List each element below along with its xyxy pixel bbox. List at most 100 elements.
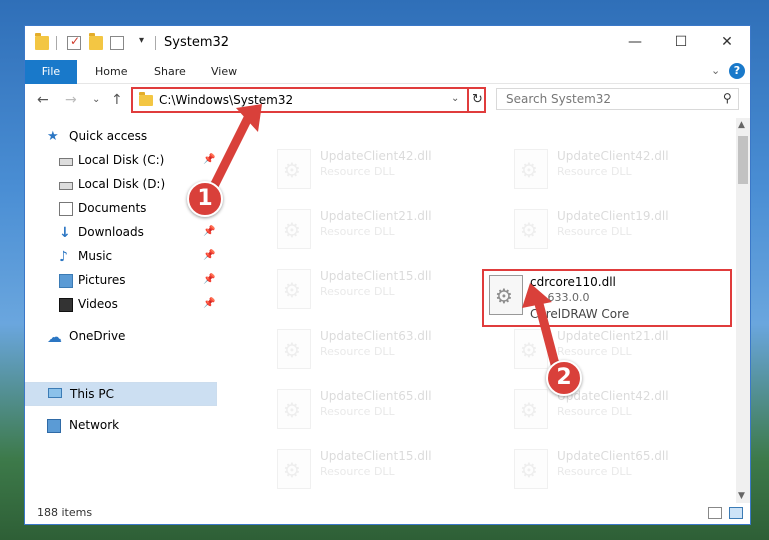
file-name: UpdateClient63.dll [320,329,432,343]
file-tile[interactable]: UpdateClient42.dll Resource DLL [485,143,715,193]
separator [155,36,156,50]
disk-icon [59,182,73,190]
back-button[interactable]: ← [37,92,49,108]
documents-icon [59,202,73,216]
sidebar-item-label: Videos [78,297,118,311]
file-tile[interactable]: UpdateClient19.dll Resource DLL [485,203,715,253]
chevron-down-icon[interactable]: ⌄ [451,93,459,104]
address-text[interactable]: C:\Windows\System32 [159,93,293,107]
navigation-pane: ★ Quick access Local Disk (C:) 📌 Local D… [25,118,219,503]
file-tile[interactable]: UpdateClient65.dll Resource DLL [248,383,478,433]
file-name: UpdateClient19.dll [557,209,669,223]
file-version: 11.633.0.0 [530,291,590,304]
tab-home[interactable]: Home [81,60,141,84]
file-tile[interactable]: UpdateClient42.dll Resource DLL [485,383,715,433]
file-tile[interactable]: UpdateClient65.dll Resource DLL [485,443,715,493]
file-tile[interactable]: UpdateClient15.dll Resource DLL [248,263,478,313]
forward-button[interactable]: → [65,92,77,108]
window-title: System32 [164,35,230,50]
address-bar[interactable]: C:\Windows\System32 ⌄ ↻ [131,87,486,113]
download-icon: ↓ [59,225,71,241]
file-tile[interactable]: UpdateClient21.dll Resource DLL [485,323,715,373]
tiles-view-icon[interactable] [729,507,743,519]
sidebar-item-quick-access[interactable]: ★ Quick access [25,125,217,149]
file-name: UpdateClient21.dll [320,209,432,223]
file-tile[interactable]: UpdateClient42.dll Resource DLL [248,143,478,193]
folder-icon[interactable] [35,33,49,50]
network-icon [47,419,61,433]
file-description: Resource DLL [320,285,395,298]
pin-icon[interactable]: 📌 [203,226,215,237]
annotation-badge-1: 1 [187,181,223,217]
file-name: UpdateClient42.dll [557,149,669,163]
pin-icon[interactable]: 📌 [203,274,215,285]
annotation-badge-2: 2 [546,360,582,396]
sidebar-item-label: Local Disk (D:) [78,177,166,191]
help-icon[interactable]: ? [729,63,745,79]
close-button[interactable]: ✕ [704,26,750,58]
file-name: UpdateClient15.dll [320,449,432,463]
file-tile[interactable]: UpdateClient21.dll Resource DLL [248,203,478,253]
file-description: Resource DLL [320,225,395,238]
scrollbar-thumb[interactable] [738,136,748,184]
vertical-scrollbar[interactable]: ▲ ▼ [736,118,750,503]
file-tile[interactable]: UpdateClient63.dll Resource DLL [248,323,478,373]
expand-ribbon-icon[interactable]: ⌄ [711,64,720,77]
file-name: UpdateClient65.dll [557,449,669,463]
sidebar-item-label: This PC [70,387,114,401]
file-description: Resource DLL [557,225,632,238]
scroll-up-icon[interactable]: ▲ [738,120,745,130]
search-input[interactable]: Search System32 ⚲ [496,88,739,110]
up-button[interactable]: ↑ [111,92,123,108]
tab-file[interactable]: File [25,60,77,84]
dll-file-icon [489,275,523,315]
view-options-icon[interactable] [110,36,124,50]
sidebar-item-label: Network [69,418,120,432]
sidebar-item-local-disk-c[interactable]: Local Disk (C:) 📌 [25,149,217,173]
file-tile[interactable]: UpdateClient15.dll Resource DLL [248,443,478,493]
sidebar-item-videos[interactable]: Videos 📌 [25,293,217,317]
sidebar-item-network[interactable]: Network [25,414,217,438]
cloud-icon: ☁ [47,328,62,346]
dll-file-icon [514,149,548,189]
sidebar-item-pictures[interactable]: Pictures 📌 [25,269,217,293]
file-description: CorelDRAW Core [530,307,630,321]
tab-view[interactable]: View [197,60,251,84]
refresh-button[interactable]: ↻ [467,89,486,111]
details-view-icon[interactable] [708,507,722,519]
dll-file-icon [277,449,311,489]
title-bar: ▾ System32 — ☐ ✕ [25,26,750,60]
tab-share[interactable]: Share [140,60,200,84]
ribbon-tabs: File Home Share View ⌄ ? [25,60,750,84]
sidebar-item-music[interactable]: ♪ Music 📌 [25,245,217,269]
file-name: UpdateClient21.dll [557,329,669,343]
pictures-icon [59,274,73,288]
sidebar-item-label: Pictures [78,273,126,287]
dll-file-icon [514,449,548,489]
videos-icon [59,298,73,312]
pin-icon[interactable]: 📌 [203,298,215,309]
sidebar-item-downloads[interactable]: ↓ Downloads 📌 [25,221,217,245]
properties-icon[interactable] [67,34,81,50]
file-description: Resource DLL [557,345,632,358]
star-icon: ★ [47,129,59,144]
search-icon[interactable]: ⚲ [723,91,732,105]
file-description: Resource DLL [320,465,395,478]
explorer-window: ▾ System32 — ☐ ✕ File Home Share View ⌄ … [24,25,751,525]
dll-file-icon [277,209,311,249]
new-folder-icon[interactable] [89,33,103,50]
maximize-button[interactable]: ☐ [658,26,704,58]
computer-icon [48,388,62,398]
recent-locations-button[interactable]: ⌄ [92,94,100,105]
minimize-button[interactable]: — [612,26,658,58]
pin-icon[interactable]: 📌 [203,250,215,261]
scroll-down-icon[interactable]: ▼ [738,491,745,501]
file-tile-cdrcore110[interactable]: cdrcore110.dll 11.633.0.0 CorelDRAW Core [482,269,732,327]
chevron-down-icon[interactable]: ▾ [139,35,144,46]
dll-file-icon [514,329,548,369]
sidebar-item-label: Music [78,249,113,263]
file-list: UpdateClient42.dll Resource DLL UpdateCl… [219,118,736,503]
sidebar-item-this-pc[interactable]: This PC [25,382,217,406]
pin-icon[interactable]: 📌 [203,154,215,165]
sidebar-item-onedrive[interactable]: ☁ OneDrive [25,325,217,349]
